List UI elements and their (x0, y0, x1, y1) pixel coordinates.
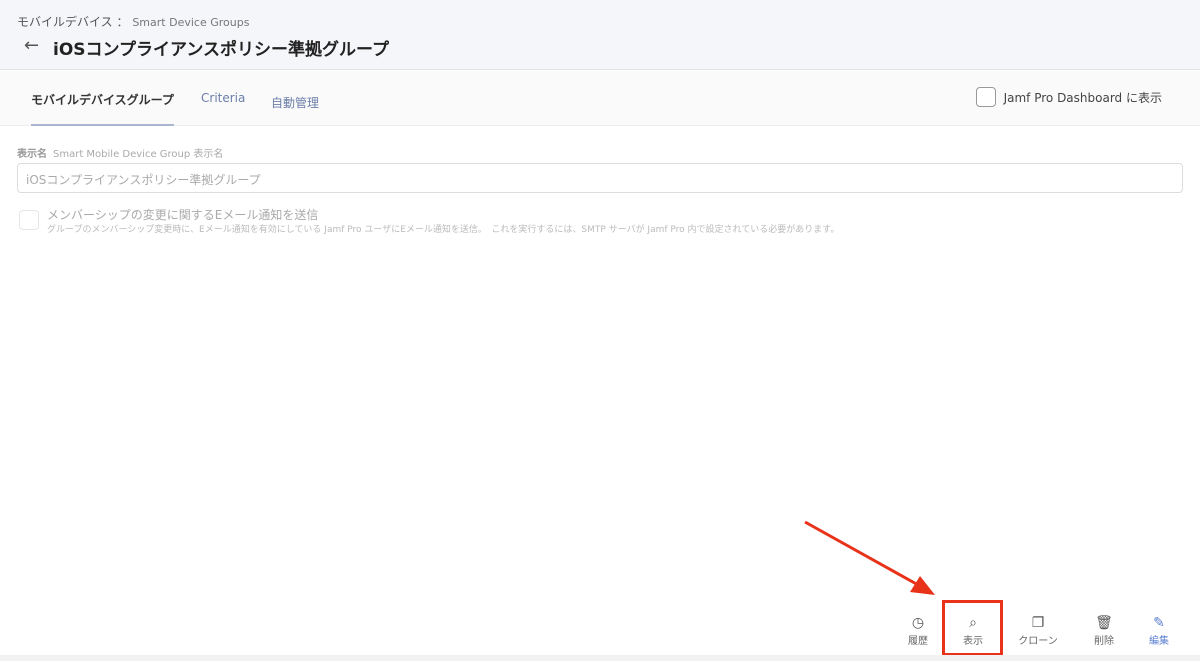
clone-label: クローン (1018, 636, 1058, 647)
annotation-arrow (804, 520, 935, 595)
delete-label: 削除 (1094, 636, 1114, 647)
trash-icon: 🗑 (1095, 615, 1113, 631)
delete-button[interactable]: 🗑 削除 (1074, 615, 1134, 647)
clone-button[interactable]: ❐ クローン (1008, 615, 1068, 647)
clone-icon: ❐ (1031, 615, 1045, 631)
footer-strip (0, 655, 1200, 661)
edit-icon: ✎ (1153, 615, 1165, 631)
highlight-box (942, 600, 1003, 656)
history-icon: ◷ (911, 615, 925, 631)
history-button[interactable]: ◷ 履歴 (888, 615, 948, 647)
edit-label: 編集 (1149, 636, 1169, 647)
edit-button[interactable]: ✎ 編集 (1129, 615, 1189, 647)
history-label: 履歴 (908, 636, 928, 647)
